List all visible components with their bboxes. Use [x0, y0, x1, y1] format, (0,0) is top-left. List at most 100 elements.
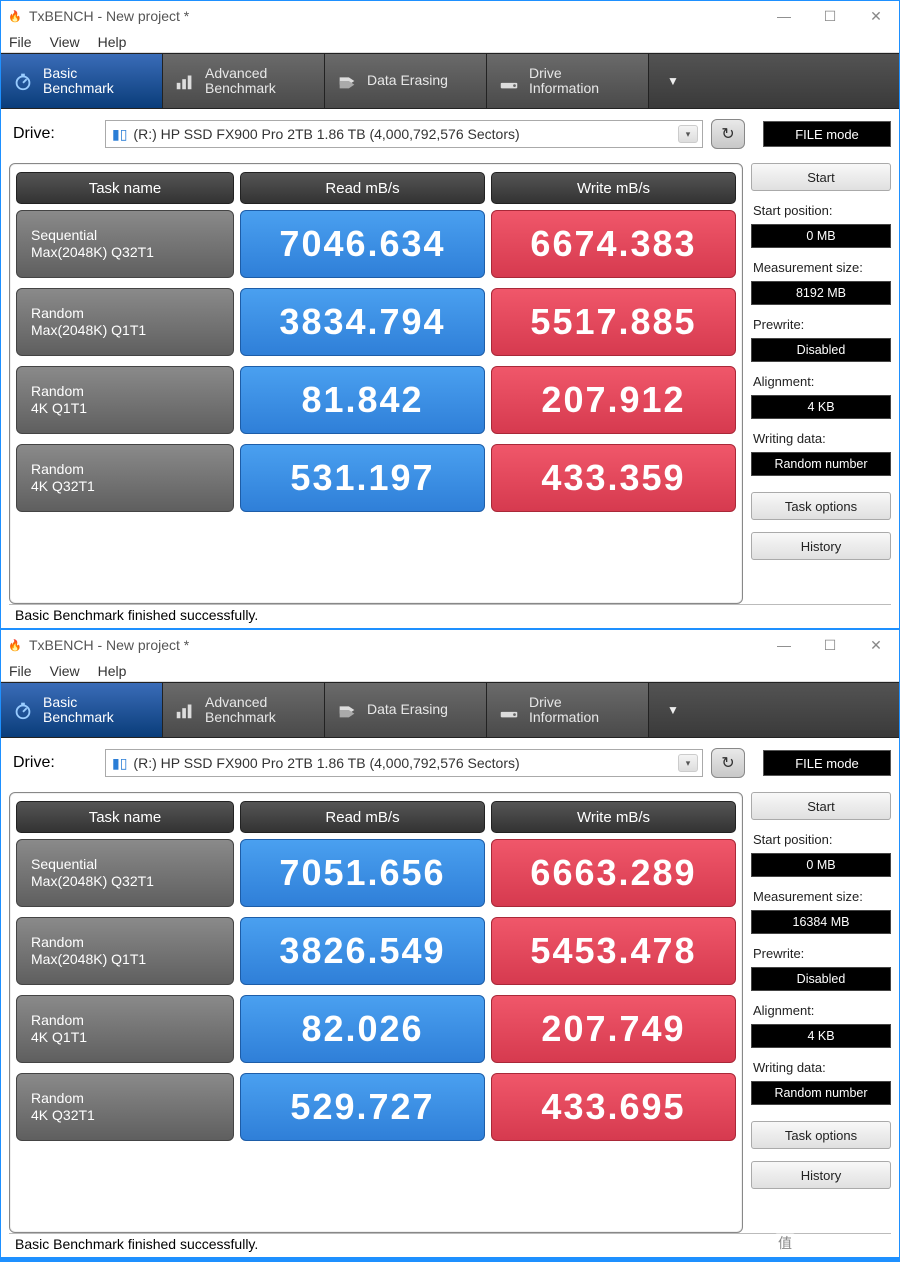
- chevron-down-icon: ▾: [678, 125, 698, 143]
- task-options-button[interactable]: Task options: [751, 1121, 891, 1149]
- task-cell: Random4K Q1T1: [16, 366, 234, 434]
- app-title: TxBENCH - New project *: [29, 8, 189, 24]
- tab-strip: BasicBenchmark AdvancedBenchmark Data Eras…: [1, 682, 899, 738]
- task-cell: Random4K Q32T1: [16, 1073, 234, 1141]
- measurement-size-label: Measurement size:: [751, 889, 891, 904]
- menu-file[interactable]: File: [9, 34, 32, 50]
- task-line1: Random: [31, 934, 219, 952]
- app-icon: 🔥: [7, 8, 23, 24]
- maximize-button[interactable]: ☐: [807, 630, 853, 660]
- tab-strip: BasicBenchmark AdvancedBenchmark Data Eras…: [1, 53, 899, 109]
- menu-help[interactable]: Help: [98, 34, 127, 50]
- write-value: 5453.478: [491, 917, 736, 985]
- close-button[interactable]: ✕: [853, 630, 899, 660]
- tab-label: DriveInformation: [529, 66, 599, 97]
- writing-data-label: Writing data:: [751, 431, 891, 446]
- tab-drive-information[interactable]: DriveInformation: [487, 683, 649, 737]
- alignment-value[interactable]: 4 KB: [751, 395, 891, 419]
- prewrite-value[interactable]: Disabled: [751, 967, 891, 991]
- tab-basic-benchmark[interactable]: BasicBenchmark: [1, 683, 163, 737]
- file-mode-button[interactable]: FILE mode: [763, 750, 891, 776]
- tab-label: BasicBenchmark: [43, 66, 114, 97]
- menu-view[interactable]: View: [50, 34, 80, 50]
- task-options-button[interactable]: Task options: [751, 492, 891, 520]
- task-line1: Random: [31, 383, 219, 401]
- tab-label: AdvancedBenchmark: [205, 695, 276, 726]
- data-erasing-icon: [335, 698, 359, 722]
- read-value: 531.197: [240, 444, 485, 512]
- write-value: 207.912: [491, 366, 736, 434]
- task-cell: Random4K Q32T1: [16, 444, 234, 512]
- app-window: 🔥TxBENCH - New project *—☐✕FileViewHelpB…: [0, 629, 900, 1258]
- tab-advanced-benchmark[interactable]: AdvancedBenchmark: [163, 54, 325, 108]
- status-bar: Basic Benchmark finished successfully.: [9, 1233, 891, 1257]
- menu-help[interactable]: Help: [98, 663, 127, 679]
- close-button[interactable]: ✕: [853, 1, 899, 31]
- drive-icon: ▮▯: [112, 126, 127, 143]
- sidebar: StartStart position:0 MBMeasurement size…: [751, 163, 891, 604]
- start-position-value[interactable]: 0 MB: [751, 853, 891, 877]
- task-line2: Max(2048K) Q1T1: [31, 322, 219, 340]
- start-button[interactable]: Start: [751, 792, 891, 820]
- advanced-benchmark-icon: [173, 698, 197, 722]
- result-row: Random4K Q32T1529.727433.695: [16, 1073, 736, 1141]
- read-value: 529.727: [240, 1073, 485, 1141]
- drive-label: Drive:: [9, 754, 97, 772]
- writing-data-value[interactable]: Random number: [751, 1081, 891, 1105]
- measurement-size-value[interactable]: 8192 MB: [751, 281, 891, 305]
- minimize-button[interactable]: —: [761, 630, 807, 660]
- measurement-size-label: Measurement size:: [751, 260, 891, 275]
- body: Drive: ▮▯(R:) HP SSD FX900 Pro 2TB 1.86 T…: [1, 738, 899, 1257]
- tab-drive-information[interactable]: DriveInformation: [487, 54, 649, 108]
- chevron-down-icon: ▾: [678, 754, 698, 772]
- start-position-value[interactable]: 0 MB: [751, 224, 891, 248]
- write-value: 5517.885: [491, 288, 736, 356]
- header-read: Read mB/s: [240, 801, 485, 833]
- drive-select[interactable]: ▮▯(R:) HP SSD FX900 Pro 2TB 1.86 TB (4,0…: [105, 120, 703, 148]
- drive-row: Drive: ▮▯(R:) HP SSD FX900 Pro 2TB 1.86 T…: [9, 746, 891, 780]
- start-button[interactable]: Start: [751, 163, 891, 191]
- read-value: 3826.549: [240, 917, 485, 985]
- result-row: SequentialMax(2048K) Q32T17051.6566663.2…: [16, 839, 736, 907]
- maximize-button[interactable]: ☐: [807, 1, 853, 31]
- main: Task nameRead mB/sWrite mB/sSequentialMa…: [9, 163, 891, 604]
- status-bar: Basic Benchmark finished successfully.: [9, 604, 891, 628]
- refresh-button[interactable]: ↻: [711, 119, 745, 149]
- basic-benchmark-icon: [11, 698, 35, 722]
- read-value: 3834.794: [240, 288, 485, 356]
- measurement-size-value[interactable]: 16384 MB: [751, 910, 891, 934]
- app-title: TxBENCH - New project *: [29, 637, 189, 653]
- refresh-button[interactable]: ↻: [711, 748, 745, 778]
- tab-label: DriveInformation: [529, 695, 599, 726]
- drive-select[interactable]: ▮▯(R:) HP SSD FX900 Pro 2TB 1.86 TB (4,0…: [105, 749, 703, 777]
- task-line2: 4K Q1T1: [31, 1029, 219, 1047]
- write-value: 433.359: [491, 444, 736, 512]
- task-line2: 4K Q32T1: [31, 478, 219, 496]
- history-button[interactable]: History: [751, 1161, 891, 1189]
- tab-basic-benchmark[interactable]: BasicBenchmark: [1, 54, 163, 108]
- tab-advanced-benchmark[interactable]: AdvancedBenchmark: [163, 683, 325, 737]
- tab-data-erasing[interactable]: Data Erasing: [325, 683, 487, 737]
- tab-label: BasicBenchmark: [43, 695, 114, 726]
- tab-label: AdvancedBenchmark: [205, 66, 276, 97]
- menu-file[interactable]: File: [9, 663, 32, 679]
- read-value: 7046.634: [240, 210, 485, 278]
- task-cell: RandomMax(2048K) Q1T1: [16, 917, 234, 985]
- advanced-benchmark-icon: [173, 69, 197, 93]
- result-row: Random4K Q32T1531.197433.359: [16, 444, 736, 512]
- task-cell: Random4K Q1T1: [16, 995, 234, 1063]
- header-read: Read mB/s: [240, 172, 485, 204]
- file-mode-button[interactable]: FILE mode: [763, 121, 891, 147]
- writing-data-value[interactable]: Random number: [751, 452, 891, 476]
- menu-view[interactable]: View: [50, 663, 80, 679]
- history-button[interactable]: History: [751, 532, 891, 560]
- minimize-button[interactable]: —: [761, 1, 807, 31]
- tab-overflow[interactable]: ▼: [649, 683, 697, 737]
- tab-data-erasing[interactable]: Data Erasing: [325, 54, 487, 108]
- tab-overflow[interactable]: ▼: [649, 54, 697, 108]
- read-value: 81.842: [240, 366, 485, 434]
- alignment-value[interactable]: 4 KB: [751, 1024, 891, 1048]
- task-line1: Sequential: [31, 227, 219, 245]
- writing-data-label: Writing data:: [751, 1060, 891, 1075]
- prewrite-value[interactable]: Disabled: [751, 338, 891, 362]
